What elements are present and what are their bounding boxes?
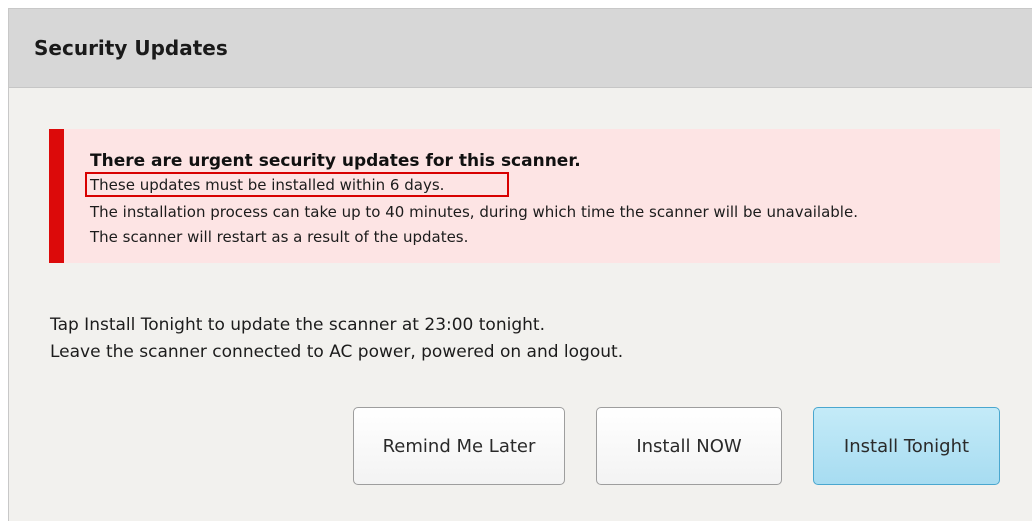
dialog-title: Security Updates: [34, 36, 228, 60]
instruction-line-power: Leave the scanner connected to AC power,…: [50, 342, 624, 362]
deadline-highlight-box: [85, 172, 509, 197]
alert-accent-bar: [49, 129, 64, 263]
remind-me-later-button[interactable]: Remind Me Later: [353, 407, 565, 485]
urgent-alert-box: There are urgent security updates for th…: [49, 129, 1000, 263]
security-updates-dialog: Security Updates There are urgent securi…: [8, 8, 1032, 521]
install-now-button[interactable]: Install NOW: [596, 407, 782, 485]
alert-duration-text: The installation process can take up to …: [90, 203, 858, 221]
instruction-line-schedule: Tap Install Tonight to update the scanne…: [50, 315, 545, 335]
dialog-header: Security Updates: [9, 9, 1032, 88]
install-instructions: Tap Install Tonight to update the scanne…: [50, 312, 623, 366]
alert-title: There are urgent security updates for th…: [90, 151, 581, 171]
install-tonight-button[interactable]: Install Tonight: [813, 407, 1000, 485]
alert-restart-text: The scanner will restart as a result of …: [90, 228, 469, 246]
